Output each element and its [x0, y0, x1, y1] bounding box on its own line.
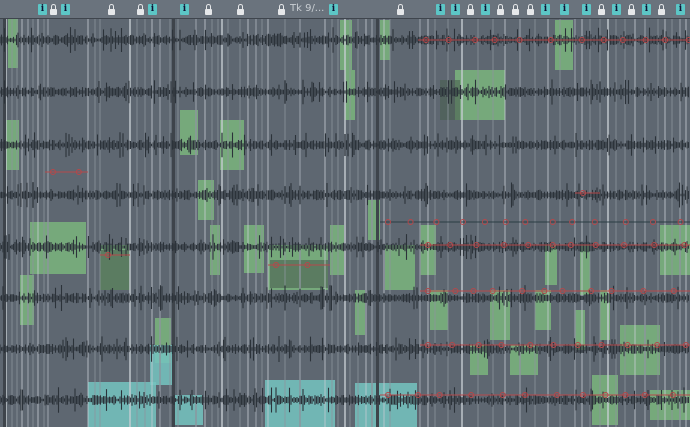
arrange-view[interactable]: Tk 9/... iiiiiiiiiiiiii [0, 0, 690, 427]
lock-icon[interactable] [49, 4, 58, 15]
lock-icon[interactable] [277, 4, 286, 15]
take-name-label[interactable]: Tk 9/... [290, 3, 324, 14]
info-icon[interactable]: i [61, 4, 70, 15]
lock-icon[interactable] [204, 4, 213, 15]
lock-icon[interactable] [657, 4, 666, 15]
info-icon[interactable]: i [676, 4, 685, 15]
info-icon[interactable]: i [481, 4, 490, 15]
info-icon[interactable]: i [612, 4, 621, 15]
info-icon[interactable]: i [180, 4, 189, 15]
waveform-lane-4 [0, 234, 690, 260]
waveform-lane-5 [0, 285, 690, 311]
group-divider-1[interactable] [172, 18, 175, 427]
waveform-lane-2 [0, 132, 690, 158]
info-icon[interactable]: i [38, 4, 47, 15]
lock-icon[interactable] [526, 4, 535, 15]
lock-icon[interactable] [597, 4, 606, 15]
info-icon[interactable]: i [541, 4, 550, 15]
lock-icon[interactable] [136, 4, 145, 15]
info-icon[interactable]: i [451, 4, 460, 15]
waveform-lane-7 [0, 387, 690, 413]
info-icon[interactable]: i [148, 4, 157, 15]
lock-icon[interactable] [511, 4, 520, 15]
lock-icon[interactable] [496, 4, 505, 15]
waveform-lane-6 [0, 336, 690, 362]
group-divider-2[interactable] [376, 18, 379, 427]
info-icon[interactable]: i [560, 4, 569, 15]
lock-icon[interactable] [396, 4, 405, 15]
lock-icon[interactable] [107, 4, 116, 15]
item-header-bar: Tk 9/... iiiiiiiiiiiiii [0, 0, 690, 19]
group-divider-0[interactable] [3, 18, 6, 427]
lock-icon[interactable] [236, 4, 245, 15]
info-icon[interactable]: i [436, 4, 445, 15]
info-icon[interactable]: i [582, 4, 591, 15]
track-lanes [0, 18, 690, 427]
lock-icon[interactable] [627, 4, 636, 15]
waveform-lane-1 [0, 79, 690, 105]
lock-icon[interactable] [466, 4, 475, 15]
info-icon[interactable]: i [642, 4, 651, 15]
info-icon[interactable]: i [329, 4, 338, 15]
